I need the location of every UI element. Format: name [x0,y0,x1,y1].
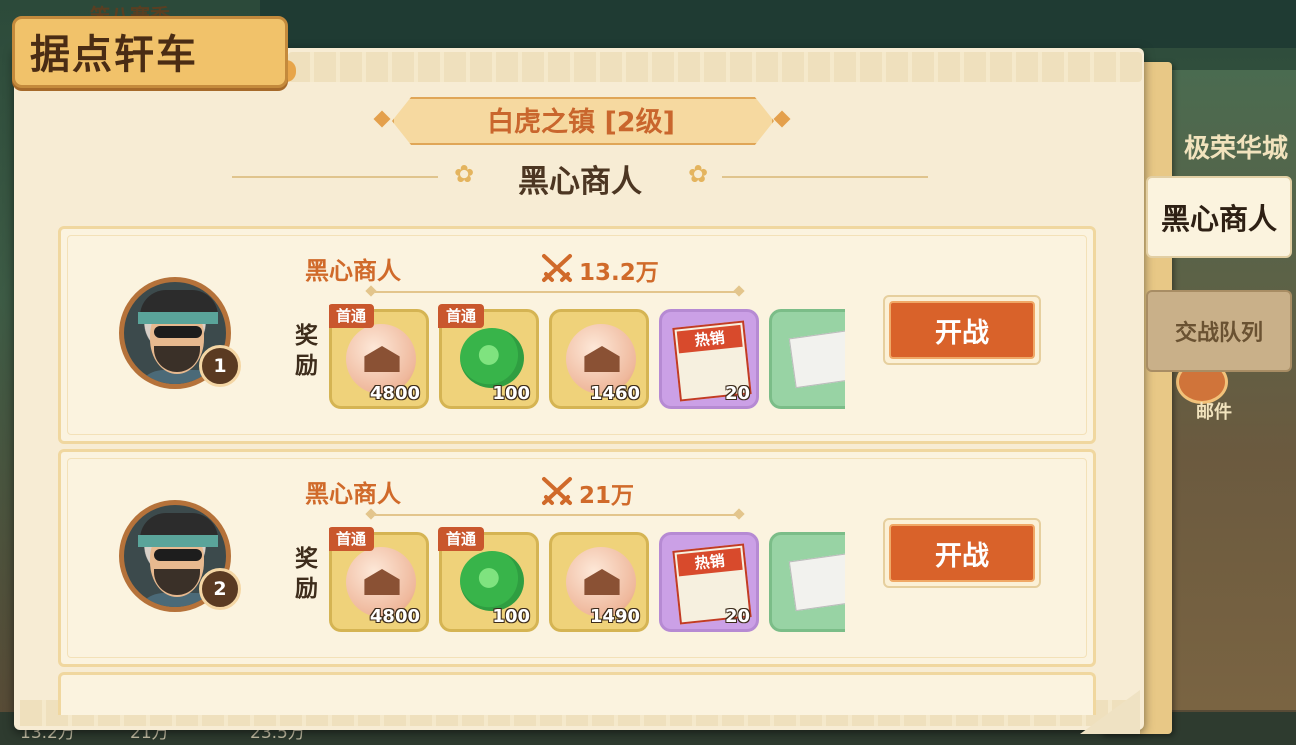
paper-scroll-icon [788,329,845,389]
combat-power: 21万 [579,483,635,509]
avatar-beard [154,346,200,372]
rank-badge: 1 [199,345,241,387]
avatar-headband [138,312,218,324]
first-clear-tag: 首通 [438,304,485,328]
divider [375,514,737,516]
fight-button-label: 开战 [889,301,1035,359]
fight-button[interactable]: 开战 [883,518,1041,588]
mail-label[interactable]: 邮件 [1196,398,1232,424]
crossed-swords-icon [542,477,572,505]
reward-item[interactable]: 首通 4800 [329,304,429,409]
reward-list: 首通 4800 首通 100 1460 热销 20 [329,303,845,413]
reward-count: 1490 [589,606,640,627]
tab-black-merchant[interactable]: 黑心商人 [1146,176,1292,258]
first-clear-tag: 首通 [329,304,375,328]
location-name: 白虎之镇 [2级] [487,107,675,138]
crossed-swords-icon [542,254,572,282]
avatar-glasses [154,549,202,561]
reward-item[interactable]: 首通 100 [438,304,539,409]
fight-button-label: 开战 [889,524,1035,582]
enemy-name: 黑心商人 [305,257,401,285]
divider-left [232,176,438,178]
stage-card: 1 黑心商人 13.2万 奖励 首通 4800 首通 100 1460 热销 2… [58,226,1096,444]
stage-card: 2 黑心商人 21万 奖励 首通 4800 首通 100 1490 热销 20 … [58,449,1096,667]
reward-item[interactable]: 首通 100 [438,527,539,632]
combat-power: 13.2万 [579,260,659,286]
reward-label: 奖励 [295,323,318,379]
rank-badge: 2 [199,568,241,610]
city-label: 极荣华城 [1183,134,1288,164]
paper-scroll-icon [788,552,845,612]
reward-item[interactable]: 1490 [549,532,649,632]
first-clear-tag: 首通 [329,527,375,551]
section-title: 黑心商人 [518,164,642,200]
reward-count: 20 [724,606,750,627]
reward-count: 4800 [369,383,420,404]
avatar-headband [138,535,218,547]
book-title: 热销 [676,547,743,577]
avatar-glasses [154,326,202,338]
reward-count: 1460 [589,383,640,404]
page-title: 据点轩车 [30,32,198,78]
reward-count: 4800 [369,606,420,627]
reward-count: 100 [492,383,530,404]
book-title: 热销 [676,324,743,354]
first-clear-tag: 首通 [438,527,485,551]
tab-battle-queue[interactable]: 交战队列 [1146,290,1292,372]
reward-count: 20 [724,383,750,404]
reward-item[interactable]: 热销 20 [659,532,759,632]
fight-button[interactable]: 开战 [883,295,1041,365]
panel-top-border [288,52,1142,82]
divider [375,291,737,293]
reward-item[interactable] [769,309,845,409]
reward-list: 首通 4800 首通 100 1490 热销 20 [329,526,845,636]
top-strip [260,0,1296,48]
enemy-name: 黑心商人 [305,480,401,508]
reward-count: 100 [492,606,530,627]
flower-icon: ✿ [687,160,709,188]
reward-label: 奖励 [295,546,318,602]
reward-item[interactable]: 首通 4800 [329,527,429,632]
divider-right [722,176,928,178]
jade-icon [460,551,524,611]
stage-card-partial [58,672,1096,715]
reward-item[interactable]: 热销 20 [659,309,759,409]
avatar-beard [154,569,200,595]
reward-item[interactable]: 1460 [549,309,649,409]
reward-item[interactable] [769,532,845,632]
jade-icon [460,328,524,388]
